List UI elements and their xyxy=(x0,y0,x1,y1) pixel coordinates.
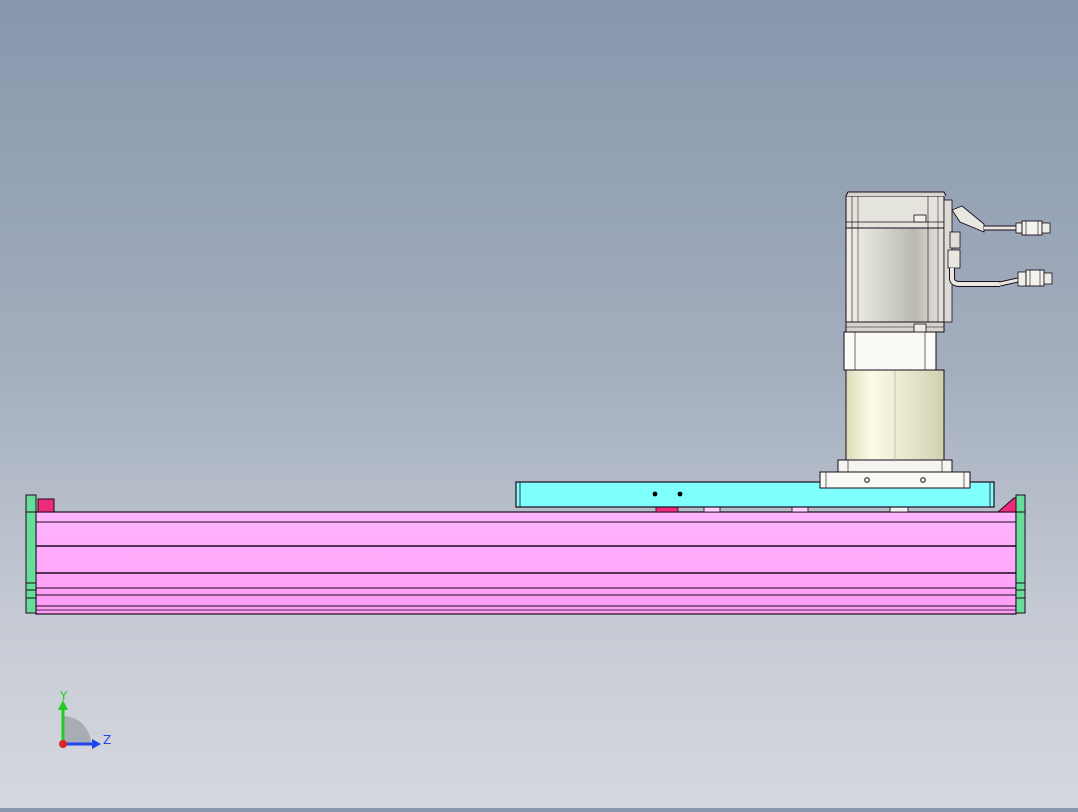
linear-rail[interactable] xyxy=(35,511,1017,615)
carriage-hole xyxy=(652,491,658,497)
motor-flange[interactable] xyxy=(819,459,971,489)
left-bumper xyxy=(37,498,55,513)
orientation-triad[interactable]: Y Z xyxy=(58,689,111,749)
model-canvas[interactable]: Y Z xyxy=(0,0,1078,808)
power-cable[interactable] xyxy=(949,268,1053,287)
carriage-hole xyxy=(677,491,683,497)
right-end-cap[interactable] xyxy=(1015,494,1026,614)
triad-y-label: Y xyxy=(59,689,68,703)
slider-guide xyxy=(703,506,721,513)
triad-z-arrow xyxy=(92,739,101,749)
triad-quadrant xyxy=(63,716,91,744)
servo-motor[interactable] xyxy=(845,191,961,333)
encoder-cable[interactable] xyxy=(951,205,1051,236)
slider-guide-2 xyxy=(791,506,809,513)
right-bumper xyxy=(996,497,1017,513)
cad-viewport[interactable]: Y Z xyxy=(0,0,1078,808)
triad-x-axis xyxy=(59,740,67,748)
left-end-cap[interactable] xyxy=(25,494,37,614)
triad-z-label: Z xyxy=(103,733,111,747)
gear-reducer[interactable] xyxy=(843,331,945,461)
